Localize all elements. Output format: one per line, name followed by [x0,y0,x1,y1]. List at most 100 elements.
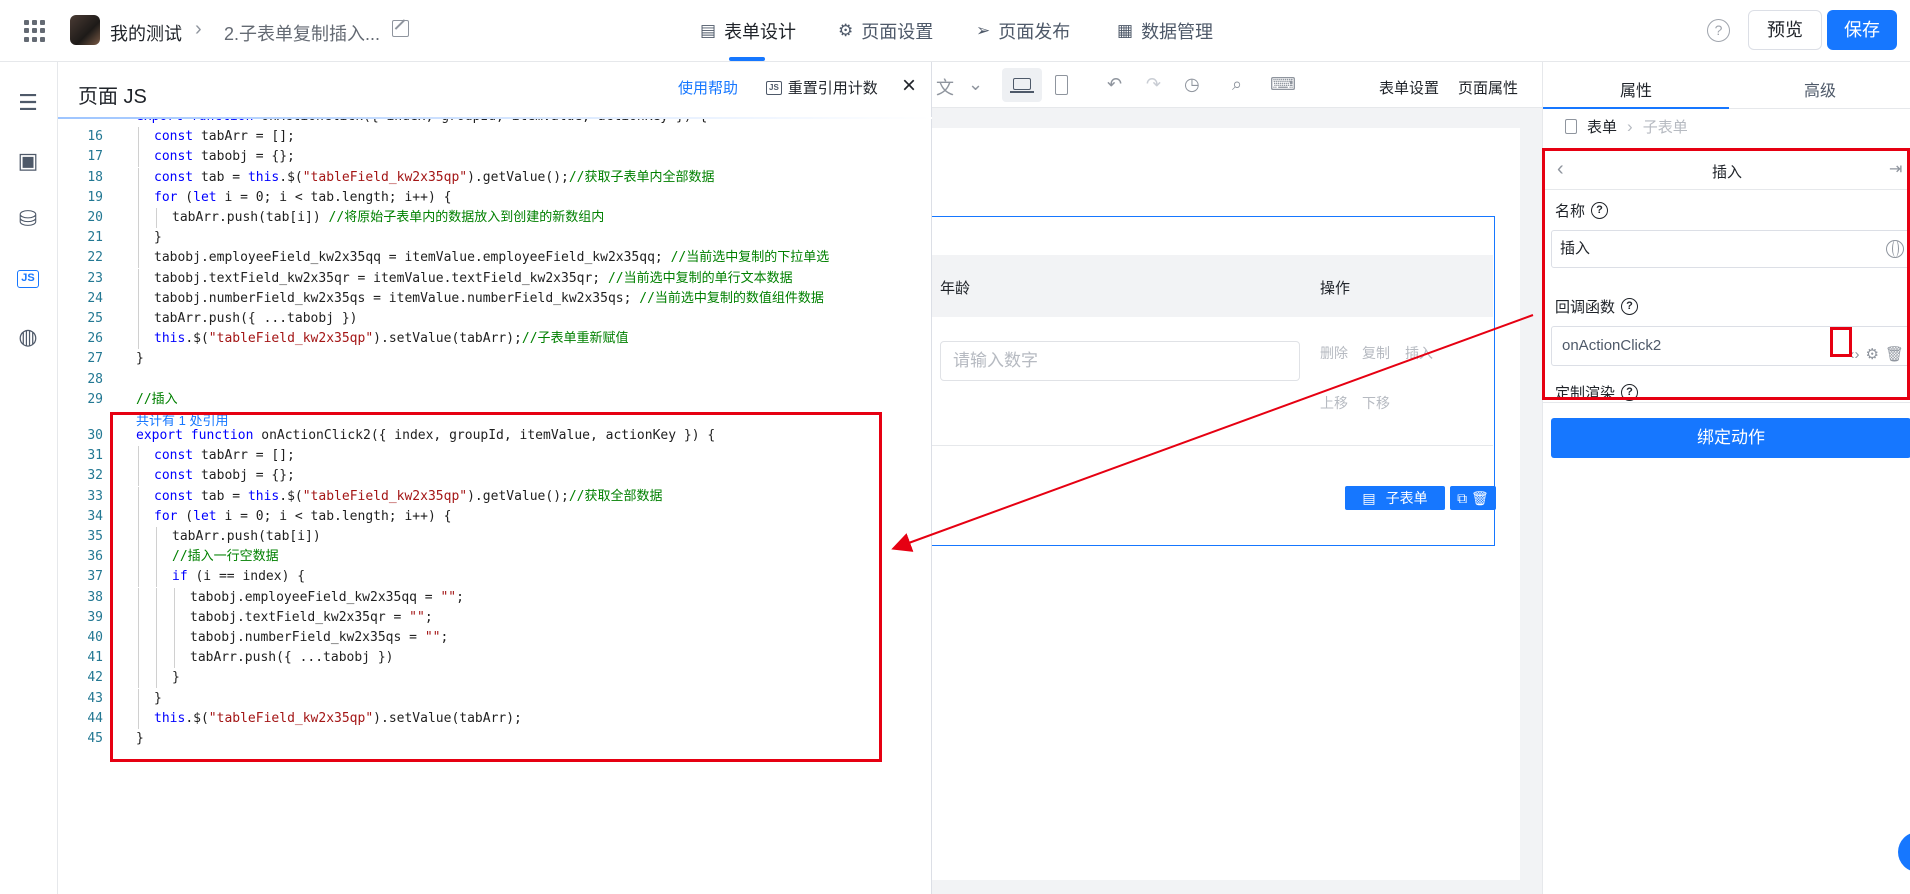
line-number: 28 [87,371,103,387]
code-text: const tab = this.$("tableField_kw2x35qp"… [154,488,663,504]
indent-guide [138,486,139,507]
indent-guide [156,628,157,648]
line-number: 45 [87,731,103,746]
save-button[interactable]: 保存 [1827,10,1897,50]
undo-icon[interactable]: ↶ [1107,74,1122,95]
row-insert-link[interactable]: 插入 [1405,343,1433,363]
breadcrumb-form[interactable]: 表单 [1587,116,1617,137]
code-text: this.$("tableField_kw2x35qp").setValue(t… [154,331,629,347]
tab-data-management[interactable]: ▦ 数据管理 [1117,18,1213,44]
line-number: 43 [87,690,103,706]
line-number: 32 [87,468,103,484]
indent-guide [138,309,139,329]
js-badge-icon: JS [766,80,782,95]
code-text: tabArr.push({ ...tabobj }) [190,650,394,666]
tab-page-settings[interactable]: ⚙ 页面设置 [838,18,933,44]
indent-guide [156,607,157,628]
line-number: 31 [87,448,103,464]
mobile-icon[interactable] [1055,75,1068,95]
close-icon[interactable]: × [902,72,916,100]
code-text: this.$("tableField_kw2x35qp").setValue(t… [154,710,522,726]
indent-guide [138,329,139,350]
js-icon[interactable]: JS [17,270,39,288]
reset-ref-count-button[interactable]: JS 重置引用计数 [766,77,878,98]
row-move-up-link[interactable]: 上移 [1320,393,1348,413]
form-settings-button[interactable]: 表单设置 [1379,77,1439,98]
outline-icon[interactable]: ☰ [15,90,41,116]
gear-icon[interactable]: ⚙ [1866,336,1879,374]
indent-guide [138,466,139,487]
exit-icon[interactable]: ⇥ [1889,159,1902,179]
page-title[interactable]: 2.子表单复制插入... [224,20,380,46]
history-icon[interactable]: ◷ [1184,74,1200,95]
datasource-icon[interactable]: ⛁ [15,206,41,232]
partial-text-icon[interactable]: 文 [936,74,954,100]
redo-icon[interactable]: ↷ [1146,74,1161,95]
js-panel-title: 页面 JS [78,86,147,108]
tab-form-design[interactable]: ▤ 表单设计 [700,18,796,44]
code-text: //插入 [136,391,178,407]
callback-field[interactable]: onActionClick2 ‹› ⚙ 🗑︎ [1551,326,1910,366]
line-number: 23 [87,270,103,286]
line-number: 44 [87,710,103,726]
code-text: } [172,670,180,686]
globe-icon[interactable]: ◍ [15,324,41,350]
indent-guide [156,527,157,547]
edit-title-icon[interactable] [392,20,409,37]
subform-tag[interactable]: ▤ 子表单 [1345,486,1445,510]
indent-guide [138,628,139,648]
desktop-view-button[interactable] [1002,68,1042,102]
preview-button[interactable]: 预览 [1748,10,1822,50]
row-move-down-link[interactable]: 下移 [1362,393,1390,413]
question-icon[interactable]: ? [1591,202,1609,219]
trash-icon[interactable]: 🗑︎ [1885,336,1904,374]
globe-icon[interactable] [1886,240,1904,258]
indent-guide [174,628,175,648]
subform-tag-label: 子表单 [1385,490,1428,506]
search-icon[interactable]: ⌕ [1232,74,1242,95]
gear-icon: ⚙ [838,21,854,40]
app-avatar[interactable] [70,15,100,45]
question-icon[interactable]: ? [1621,298,1639,315]
code-text: export function onActionClick2({ index, … [136,428,716,443]
row-copy-link[interactable]: 复制 [1362,343,1390,363]
line-number: 33 [87,488,103,504]
code-text: tabobj.employeeField_kw2x35qq = itemValu… [154,250,830,266]
bind-action-button[interactable]: 绑定动作 [1551,418,1910,458]
app-grid-icon[interactable] [24,20,46,42]
row-delete-link[interactable]: 删除 [1320,343,1348,363]
document-icon [1565,119,1577,134]
chevron-down-icon[interactable]: ⌄ [968,74,983,95]
page-props-button[interactable]: 页面属性 [1458,77,1518,98]
tab-advanced[interactable]: 高级 [1729,77,1910,101]
indent-guide [138,547,139,568]
document-icon: ▤ [700,21,717,40]
callback-label: 回调函数? [1555,296,1639,317]
name-label: 名称? [1555,200,1609,221]
name-field[interactable]: 插入 [1551,230,1910,268]
components-icon[interactable]: ▣ [15,148,41,174]
question-icon[interactable]: ? [1621,384,1639,401]
indent-guide [138,567,139,588]
tab-label: 页面发布 [998,22,1071,42]
delete-icon[interactable]: 🗑︎ [1471,490,1489,506]
tab-page-publish[interactable]: ➢ 页面发布 [976,18,1070,44]
indent-guide [138,208,139,228]
indent-guide [138,668,139,689]
code-editor[interactable]: export function onActionClick({ index, g… [58,119,932,819]
help-link[interactable]: 使用帮助 [678,77,738,98]
top-bar: 我的测试 › 2.子表单复制插入... ▤ 表单设计 ⚙ 页面设置 ➢ 页面发布… [0,0,1910,62]
indent-guide [138,268,139,289]
indent-guide [156,587,157,608]
line-number: 22 [87,250,103,266]
line-number: 34 [87,508,103,524]
tab-label: 数据管理 [1141,22,1214,42]
app-title[interactable]: 我的测试 [110,20,182,46]
tab-properties[interactable]: 属性 [1543,77,1729,101]
keyboard-icon[interactable]: ⌨ [1270,74,1296,95]
code-icon[interactable]: ‹› [1850,336,1860,374]
number-input[interactable]: 请输入数字 [940,341,1300,381]
copy-icon[interactable]: ⧉ [1457,490,1467,506]
line-number: 21 [87,230,103,246]
help-icon[interactable]: ? [1707,19,1730,42]
